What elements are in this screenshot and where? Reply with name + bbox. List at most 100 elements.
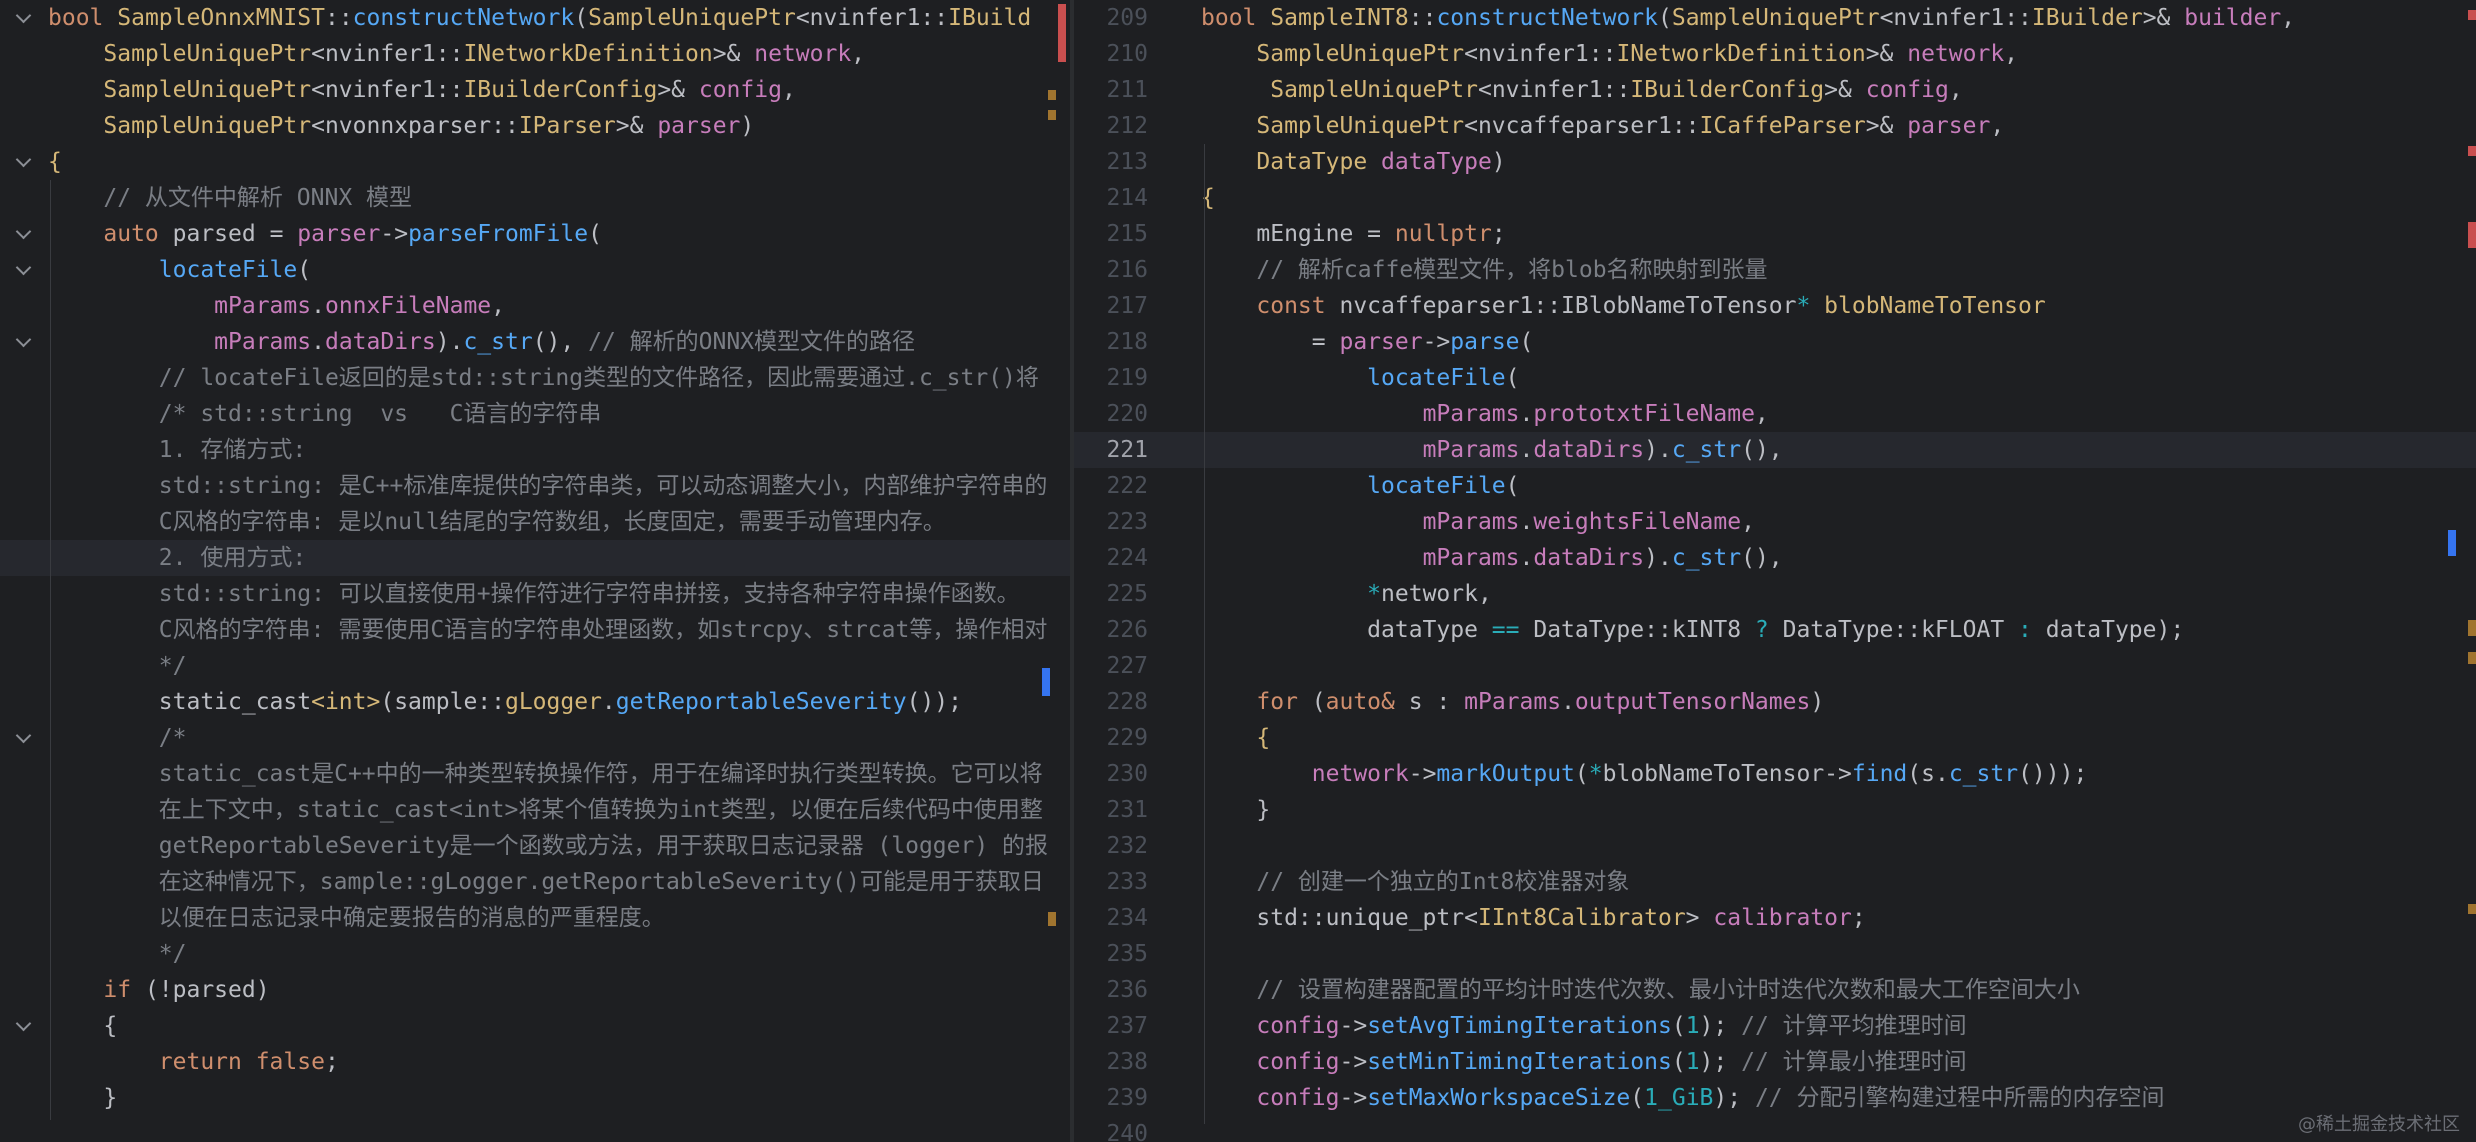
code-line[interactable]: C风格的字符串: 需要使用C语言的字符串处理函数，如strcpy、strcat等… <box>0 612 1070 648</box>
error-stripe-marker[interactable] <box>2468 652 2476 664</box>
error-stripe-marker[interactable] <box>2468 10 2476 20</box>
code-text[interactable]: SampleUniquePtr<nvinfer1::IBuilderConfig… <box>1201 72 1962 108</box>
code-line[interactable]: 215 mEngine = nullptr; <box>1074 216 2476 252</box>
code-line[interactable]: 225 *network, <box>1074 576 2476 612</box>
code-text[interactable]: dataType == DataType::kINT8 ? DataType::… <box>1201 612 2184 648</box>
code-line[interactable]: 234 std::unique_ptr<IInt8Calibrator> cal… <box>1074 900 2476 936</box>
code-text[interactable]: { <box>48 1008 117 1044</box>
code-text[interactable]: locateFile( <box>1201 360 1519 396</box>
code-line[interactable]: 230 network->markOutput(*blobNameToTenso… <box>1074 756 2476 792</box>
code-line[interactable]: if (!parsed) <box>0 972 1070 1008</box>
code-text[interactable]: 以便在日志记录中确定要报告的消息的严重程度。 <box>48 900 665 936</box>
code-line[interactable]: /* <box>0 720 1070 756</box>
code-line[interactable]: 在上下文中，static_cast<int>将某个值转换为int类型，以便在后续… <box>0 792 1070 828</box>
code-line[interactable]: 236 // 设置构建器配置的平均计时迭代次数、最小计时迭代次数和最大工作空间大… <box>1074 972 2476 1008</box>
code-text[interactable]: // locateFile返回的是std::string类型的文件路径，因此需要… <box>48 360 1039 396</box>
code-line[interactable]: bool SampleOnnxMNIST::constructNetwork(S… <box>0 0 1070 36</box>
fold-chevron-icon[interactable] <box>0 1008 48 1044</box>
code-text[interactable]: mParams.dataDirs).c_str(), <box>1201 540 1783 576</box>
code-line[interactable]: std::string: 可以直接使用+操作符进行字符串拼接，支持各种字符串操作… <box>0 576 1070 612</box>
code-line[interactable]: 216 // 解析caffe模型文件，将blob名称映射到张量 <box>1074 252 2476 288</box>
code-line[interactable]: static_cast是C++中的一种类型转换操作符，用于在编译时执行类型转换。… <box>0 756 1070 792</box>
code-text[interactable]: *network, <box>1201 576 1492 612</box>
code-text[interactable]: if (!parsed) <box>48 972 269 1008</box>
code-line[interactable]: 213 DataType dataType) <box>1074 144 2476 180</box>
code-line[interactable]: 231 } <box>1074 792 2476 828</box>
code-line[interactable]: 222 locateFile( <box>1074 468 2476 504</box>
code-line[interactable]: SampleUniquePtr<nvinfer1::IBuilderConfig… <box>0 72 1070 108</box>
code-line[interactable]: 220 mParams.prototxtFileName, <box>1074 396 2476 432</box>
code-text[interactable]: config->setMinTimingIterations(1); // 计算… <box>1201 1044 1966 1080</box>
code-text[interactable]: SampleUniquePtr<nvonnxparser::IParser>& … <box>48 108 754 144</box>
code-text[interactable]: static_cast是C++中的一种类型转换操作符，用于在编译时执行类型转换。… <box>48 756 1043 792</box>
code-text[interactable]: 1. 存储方式: <box>48 432 306 468</box>
code-text[interactable]: locateFile( <box>1201 468 1519 504</box>
code-line[interactable]: C风格的字符串: 是以null结尾的字符数组，长度固定，需要手动管理内存。 <box>0 504 1070 540</box>
code-line[interactable]: 235 <box>1074 936 2476 972</box>
code-line[interactable]: 223 mParams.weightsFileName, <box>1074 504 2476 540</box>
code-text[interactable]: { <box>1201 720 1270 756</box>
code-text[interactable]: network->markOutput(*blobNameToTensor->f… <box>1201 756 2088 792</box>
code-text[interactable]: // 设置构建器配置的平均计时迭代次数、最小计时迭代次数和最大工作空间大小 <box>1201 972 2080 1008</box>
code-line[interactable]: */ <box>0 648 1070 684</box>
code-line[interactable]: 212 SampleUniquePtr<nvcaffeparser1::ICaf… <box>1074 108 2476 144</box>
code-text[interactable]: 2. 使用方式: <box>48 540 306 576</box>
error-stripe-marker[interactable] <box>1048 912 1056 926</box>
code-line[interactable]: auto parsed = parser->parseFromFile( <box>0 216 1070 252</box>
code-line[interactable]: 1. 存储方式: <box>0 432 1070 468</box>
right-editor-pane[interactable]: 209 bool SampleINT8::constructNetwork(Sam… <box>1074 0 2476 1142</box>
code-text[interactable]: DataType dataType) <box>1201 144 1505 180</box>
code-line[interactable]: 2. 使用方式: <box>0 540 1070 576</box>
code-text[interactable]: getReportableSeverity是一个函数或方法，用于获取日志记录器 … <box>48 828 1048 864</box>
error-stripe-marker[interactable] <box>2468 904 2476 914</box>
code-text[interactable]: config->setAvgTimingIterations(1); // 计算… <box>1201 1008 1966 1044</box>
code-line[interactable]: 232 <box>1074 828 2476 864</box>
code-line[interactable]: 233 // 创建一个独立的Int8校准器对象 <box>1074 864 2476 900</box>
code-line[interactable]: 224 mParams.dataDirs).c_str(), <box>1074 540 2476 576</box>
code-line[interactable]: 237 config->setAvgTimingIterations(1); /… <box>1074 1008 2476 1044</box>
code-text[interactable]: = parser->parse( <box>1201 324 1534 360</box>
code-text[interactable]: static_cast<int>(sample::gLogger.getRepo… <box>48 684 962 720</box>
code-text[interactable]: C风格的字符串: 是以null结尾的字符数组，长度固定，需要手动管理内存。 <box>48 504 946 540</box>
fold-chevron-icon[interactable] <box>0 216 48 252</box>
error-stripe-marker[interactable] <box>1048 110 1056 120</box>
code-text[interactable]: SampleUniquePtr<nvinfer1::IBuilderConfig… <box>48 72 795 108</box>
code-text[interactable]: SampleUniquePtr<nvinfer1::INetworkDefini… <box>1201 36 2018 72</box>
code-text[interactable]: return false; <box>48 1044 339 1080</box>
error-stripe-marker[interactable] <box>2448 530 2456 556</box>
code-text[interactable]: 在上下文中，static_cast<int>将某个值转换为int类型，以便在后续… <box>48 792 1043 828</box>
code-line[interactable]: 在这种情况下，sample::gLogger.getReportableSeve… <box>0 864 1070 900</box>
code-line[interactable]: 以便在日志记录中确定要报告的消息的严重程度。 <box>0 900 1070 936</box>
code-line[interactable]: } <box>0 1080 1070 1116</box>
code-line[interactable]: mParams.onnxFileName, <box>0 288 1070 324</box>
code-text[interactable]: for (auto& s : mParams.outputTensorNames… <box>1201 684 1824 720</box>
code-text[interactable]: mEngine = nullptr; <box>1201 216 1505 252</box>
code-line[interactable]: mParams.dataDirs).c_str(), // 解析的ONNX模型文… <box>0 324 1070 360</box>
code-text[interactable]: { <box>48 144 62 180</box>
code-text[interactable]: mParams.dataDirs).c_str(), // 解析的ONNX模型文… <box>48 324 915 360</box>
code-line[interactable]: { <box>0 1008 1070 1044</box>
fold-chevron-icon[interactable] <box>0 720 48 756</box>
code-text[interactable]: mParams.weightsFileName, <box>1201 504 1755 540</box>
fold-chevron-icon[interactable] <box>0 324 48 360</box>
code-text[interactable]: mParams.dataDirs).c_str(), <box>1201 432 1783 468</box>
error-stripe-marker[interactable] <box>2468 222 2476 248</box>
code-line[interactable]: 218 = parser->parse( <box>1074 324 2476 360</box>
code-text[interactable]: config->setMaxWorkspaceSize(1_GiB); // 分… <box>1201 1080 2164 1116</box>
code-text[interactable]: */ <box>48 648 187 684</box>
code-line[interactable]: locateFile( <box>0 252 1070 288</box>
code-text[interactable]: std::string: 是C++标准库提供的字符串类，可以动态调整大小，内部维… <box>48 468 1048 504</box>
code-line[interactable]: 214{ <box>1074 180 2476 216</box>
code-line[interactable]: // 从文件中解析 ONNX 模型 <box>0 180 1070 216</box>
code-text[interactable]: const nvcaffeparser1::IBlobNameToTensor*… <box>1201 288 2045 324</box>
code-line[interactable]: SampleUniquePtr<nvonnxparser::IParser>& … <box>0 108 1070 144</box>
code-line[interactable]: 211 SampleUniquePtr<nvinfer1::IBuilderCo… <box>1074 72 2476 108</box>
fold-chevron-icon[interactable] <box>0 252 48 288</box>
code-line[interactable]: std::string: 是C++标准库提供的字符串类，可以动态调整大小，内部维… <box>0 468 1070 504</box>
code-text[interactable]: } <box>1201 792 1270 828</box>
code-line[interactable]: 239 config->setMaxWorkspaceSize(1_GiB); … <box>1074 1080 2476 1116</box>
code-line[interactable]: 217 const nvcaffeparser1::IBlobNameToTen… <box>1074 288 2476 324</box>
code-text[interactable]: SampleUniquePtr<nvcaffeparser1::ICaffePa… <box>1201 108 2004 144</box>
code-text[interactable]: // 创建一个独立的Int8校准器对象 <box>1201 864 1629 900</box>
error-stripe-marker[interactable] <box>1058 4 1066 62</box>
